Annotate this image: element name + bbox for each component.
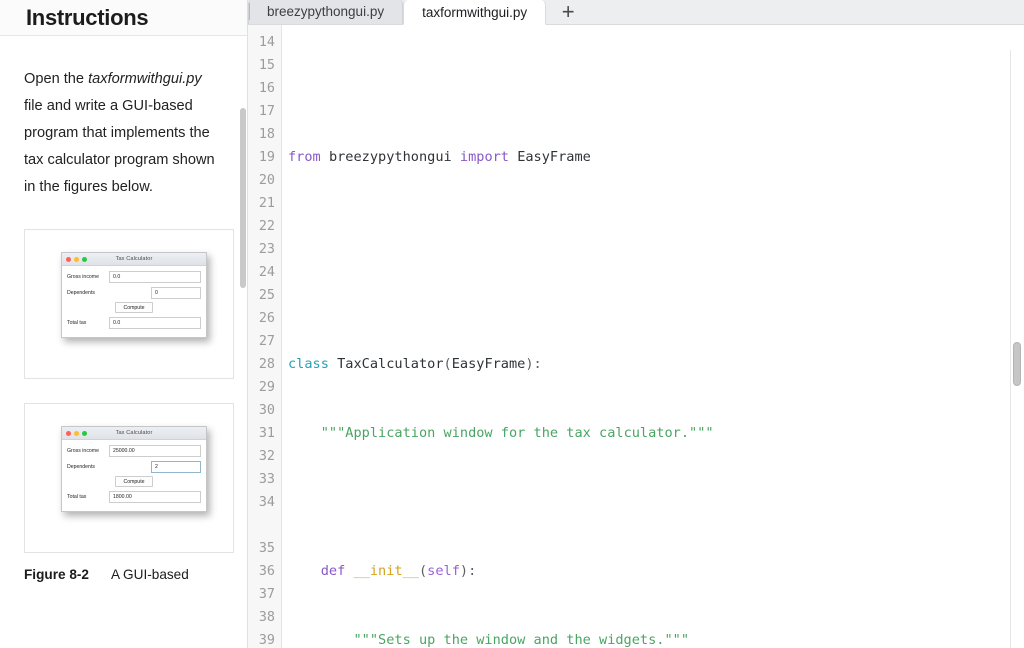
line-number: 26 [258,311,275,326]
sidebar-header: Instructions [0,0,247,36]
line-number: 25 [258,288,275,303]
line-number-gutter: 14 15 16 17 18 19 20 21 22 23 24 25 26 2… [248,25,282,648]
dependents-field[interactable]: 2 [151,460,201,473]
line-number: 39 [258,633,275,648]
figure-caption: Figure 8-2 A GUI-based [24,567,227,582]
sidebar-scrollbar[interactable] [239,36,247,648]
line-number: 31 [258,426,275,441]
code-line: from breezypythongui import EasyFrame [288,149,591,165]
line-number: 35 [258,541,275,556]
line-number: 20 [258,173,275,188]
line-number: 28 [258,357,275,372]
line-number: 23 [258,242,275,257]
window-body: Gross income 25000.00 Dependents 2 Compu… [62,440,206,511]
tab-breezypythongui[interactable]: breezypythongui.py [248,0,404,24]
total-tax-label: Total tax [67,319,87,326]
compute-button[interactable]: Compute [115,302,153,313]
instruction-filename: taxformwithgui.py [88,71,202,87]
line-number: 24 [258,265,275,280]
app-root: Instructions Open the taxformwithgui.py … [0,0,1024,648]
gross-income-field[interactable]: 0.0 [109,270,201,283]
compute-button-row: Compute [67,476,201,487]
compute-button-row: Compute [67,302,201,313]
dependents-label: Dependents [67,289,95,296]
form-row-dependents: Dependents 0 [67,286,201,299]
sidebar-scrollbar-thumb[interactable] [240,108,246,288]
line-number: 38 [258,610,275,625]
plus-icon: + [561,0,575,24]
window-body: Gross income 0.0 Dependents 0 Compute To… [62,266,206,337]
editor-tab-bar: breezypythongui.py taxformwithgui.py + [248,0,1024,25]
code-viewport[interactable]: 14 15 16 17 18 19 20 21 22 23 24 25 26 2… [248,25,1024,648]
instruction-text: Open the taxformwithgui.py file and writ… [24,66,224,201]
page-title: Instructions [26,4,149,30]
line-number: 16 [258,81,275,96]
instruction-part1: Open the [24,71,89,87]
line-number: 18 [258,127,275,142]
total-tax-field[interactable]: 1800.00 [109,490,201,503]
compute-button[interactable]: Compute [115,476,153,487]
gross-income-label: Gross income [67,273,99,280]
line-number: 21 [258,196,275,211]
form-row-dependents: Dependents 2 [67,460,201,473]
instructions-sidebar: Instructions Open the taxformwithgui.py … [0,0,248,648]
form-row-total-tax: Total tax 0.0 [67,316,201,329]
code-line: """Application window for the tax calcul… [320,425,714,441]
window-title: Tax Calculator [115,430,153,436]
tax-calculator-window-empty: Tax Calculator Gross income 0.0 Dependen… [61,252,207,338]
tab-label: taxformwithgui.py [422,4,528,20]
code-line: class TaxCalculator(EasyFrame): [288,356,542,372]
form-row-total-tax: Total tax 1800.00 [67,490,201,503]
tab-label: breezypythongui.py [267,4,385,19]
new-tab-icon[interactable]: + [546,0,590,24]
line-number: 17 [258,104,275,119]
tab-taxformwithgui[interactable]: taxformwithgui.py [403,0,547,25]
total-tax-field[interactable]: 0.0 [109,316,201,329]
line-number: 19 [258,150,275,165]
line-number: 32 [258,449,275,464]
line-number: 29 [258,380,275,395]
form-row-gross-income: Gross income 0.0 [67,270,201,283]
line-number: 33 [258,472,275,487]
line-number: 34 [258,495,275,510]
tax-calculator-window-filled: Tax Calculator Gross income 25000.00 Dep… [61,426,207,512]
code-line: def __init__(self): [320,563,477,579]
line-number: 22 [258,219,275,234]
line-number: 37 [258,587,275,602]
editor-scrollbar-thumb[interactable] [1013,342,1021,386]
figure-thumbnail-2[interactable]: Tax Calculator Gross income 25000.00 Dep… [24,403,234,553]
code-editor: breezypythongui.py taxformwithgui.py + 1… [248,0,1024,648]
instruction-part2: file and write a GUI-based program that … [24,98,215,195]
figure-thumbnail-1[interactable]: Tax Calculator Gross income 0.0 Dependen… [24,229,234,379]
editor-scrollbar[interactable] [1010,50,1024,648]
dependents-label: Dependents [67,463,95,470]
gross-income-field[interactable]: 25000.00 [109,444,201,457]
line-number-continuation [248,514,281,537]
sidebar-content: Open the taxformwithgui.py file and writ… [0,36,247,648]
total-tax-label: Total tax [67,493,87,500]
window-title-bar: Tax Calculator [62,253,206,266]
form-row-gross-income: Gross income 25000.00 [67,444,201,457]
line-number: 15 [258,58,275,73]
gross-income-label: Gross income [67,447,99,454]
figure-description: A GUI-based [110,567,189,582]
code-text[interactable]: from breezypythongui import EasyFrame cl… [282,25,1024,648]
line-number: 36 [258,564,275,579]
line-number: 30 [258,403,275,418]
figure-number: Figure 8-2 [24,567,89,582]
code-line: """Sets up the window and the widgets.""… [353,632,690,648]
window-title-bar: Tax Calculator [62,427,206,440]
line-number: 14 [258,35,275,50]
dependents-field[interactable]: 0 [151,286,201,299]
line-number: 27 [258,334,275,349]
window-title: Tax Calculator [115,256,153,262]
